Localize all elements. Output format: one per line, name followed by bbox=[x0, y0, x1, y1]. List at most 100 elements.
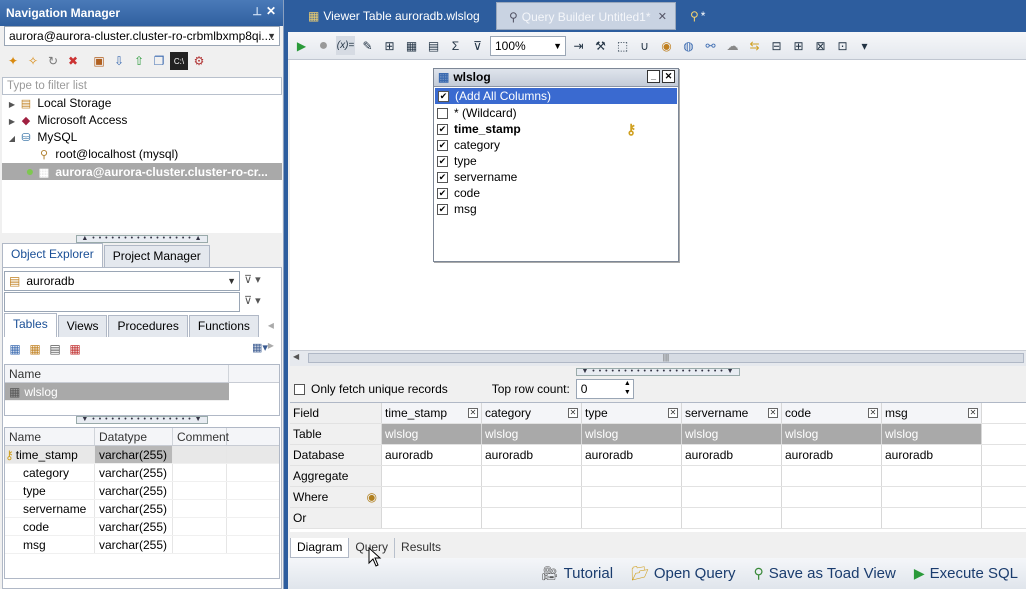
remove-column-icon[interactable]: ✕ bbox=[868, 408, 878, 418]
tree-item-local-storage[interactable]: ▶ ▤ Local Storage bbox=[2, 95, 282, 112]
tab-procedures[interactable]: Procedures bbox=[108, 315, 188, 337]
column-item-servername[interactable]: ✔ servername bbox=[434, 169, 678, 185]
or-cell[interactable] bbox=[482, 508, 582, 528]
table-cell[interactable]: wlslog bbox=[382, 424, 482, 444]
pin-icon[interactable]: ⊥ bbox=[252, 5, 262, 18]
scrollbar-thumb[interactable]: ||| bbox=[308, 353, 1024, 363]
table-row[interactable]: ⚷ time_stamp varchar(255) bbox=[5, 446, 279, 464]
remove-column-icon[interactable]: ✕ bbox=[768, 408, 778, 418]
list-splitter[interactable]: ▼ • • • • • • • • • • • • • • • • ▼ bbox=[0, 416, 283, 424]
table-row[interactable]: ▦ wlslog bbox=[5, 383, 229, 401]
format-icon[interactable]: ⊞ bbox=[789, 36, 808, 55]
aggregate-cell[interactable] bbox=[382, 466, 482, 486]
tab-scroll-arrows[interactable]: ◂ ▸ bbox=[260, 315, 282, 352]
compare-icon[interactable]: ⊠ bbox=[811, 36, 830, 55]
field-cell[interactable]: servername ✕ bbox=[682, 403, 782, 423]
settings-icon[interactable]: ⚙ bbox=[190, 52, 208, 70]
table-grid-icon[interactable]: ▦ bbox=[402, 36, 421, 55]
execute-sql-button[interactable]: ▶ Execute SQL bbox=[914, 565, 1018, 582]
expand-icon[interactable]: ▶ bbox=[6, 113, 18, 130]
link-icon[interactable]: ⚯ bbox=[701, 36, 720, 55]
sum-icon[interactable]: Σ bbox=[446, 36, 465, 55]
web-icon[interactable]: ◉ bbox=[657, 36, 676, 55]
where-cell[interactable] bbox=[382, 487, 482, 507]
cloud-icon[interactable]: ☁ bbox=[723, 36, 742, 55]
toolbar-options-icon[interactable]: ▾ bbox=[855, 36, 874, 55]
tree-item-aurora[interactable]: ● ▦ aurora@aurora-cluster.cluster-ro-cr..… bbox=[2, 163, 282, 180]
remove-column-icon[interactable]: ✕ bbox=[668, 408, 678, 418]
tutorial-button[interactable]: 🎥︎ Tutorial bbox=[541, 565, 613, 582]
schema-select[interactable] bbox=[4, 292, 240, 312]
scroll-left-icon[interactable]: ◀ bbox=[293, 352, 299, 361]
grid-splitter[interactable]: ▼ • • • • • • • • • • • • • • • • • • • … bbox=[290, 368, 1026, 376]
copy-icon[interactable]: ❐ bbox=[150, 52, 168, 70]
expand-icon[interactable]: ▶ bbox=[6, 96, 18, 113]
console-icon[interactable]: C:\ bbox=[170, 52, 188, 70]
table-cell[interactable]: wlslog bbox=[882, 424, 982, 444]
or-cell[interactable] bbox=[382, 508, 482, 528]
connect-icon[interactable]: ✧ bbox=[24, 52, 42, 70]
spinner-icon[interactable]: ▲ ▼ bbox=[624, 379, 631, 397]
column-item-time-stamp[interactable]: ✔ time_stamp ⚷ bbox=[434, 121, 678, 137]
column-item-type[interactable]: ✔ type bbox=[434, 153, 678, 169]
import-icon[interactable]: ⇩ bbox=[110, 52, 128, 70]
arrows-icon[interactable]: ⇆ bbox=[745, 36, 764, 55]
tab-functions[interactable]: Functions bbox=[188, 315, 259, 337]
checkbox-checked-icon[interactable]: ✔ bbox=[437, 187, 448, 199]
filter-icon[interactable]: ⊽ bbox=[468, 36, 487, 55]
where-builder-icon[interactable]: ◉ bbox=[367, 487, 377, 507]
checkbox-unchecked-icon[interactable] bbox=[437, 107, 448, 119]
database-cell[interactable]: auroradb bbox=[682, 445, 782, 465]
unique-records-checkbox[interactable] bbox=[294, 383, 305, 395]
database-cell[interactable]: auroradb bbox=[482, 445, 582, 465]
close-icon[interactable]: ✕ bbox=[266, 4, 276, 18]
column-item-add-all[interactable]: ✔ (Add All Columns) bbox=[435, 88, 677, 104]
view-mode-button[interactable]: ▦▾ bbox=[252, 341, 280, 357]
tree-item-mysql[interactable]: ◢ ⛁ MySQL bbox=[2, 129, 282, 146]
tab-diagram[interactable]: Diagram bbox=[290, 538, 350, 558]
field-cell[interactable]: code ✕ bbox=[782, 403, 882, 423]
field-cell[interactable]: time_stamp ✕ bbox=[382, 403, 482, 423]
top-row-count-input[interactable]: 0 ▲ ▼ bbox=[575, 379, 634, 399]
variables-icon[interactable]: (x)= bbox=[336, 36, 355, 55]
table-cell[interactable]: wlslog bbox=[782, 424, 882, 444]
aggregate-cell[interactable] bbox=[582, 466, 682, 486]
tab-object-explorer[interactable]: Object Explorer bbox=[2, 243, 103, 267]
tree-item-root-localhost[interactable]: ⚲ root@localhost (mysql) bbox=[2, 146, 282, 163]
checkbox-checked-icon[interactable]: ✔ bbox=[437, 139, 448, 151]
database-filter-button[interactable]: ⊽ ▾ bbox=[244, 273, 280, 289]
remove-column-icon[interactable]: ✕ bbox=[568, 408, 578, 418]
properties-icon[interactable]: ▣ bbox=[90, 52, 108, 70]
run-icon[interactable]: ▶ bbox=[292, 36, 311, 55]
table-row[interactable]: category varchar(255) bbox=[5, 464, 279, 482]
export-icon[interactable]: ⇧ bbox=[130, 52, 148, 70]
select-icon[interactable]: ⬚ bbox=[613, 36, 632, 55]
database-select[interactable]: ▤ auroradb ▼ bbox=[4, 271, 240, 291]
panel-splitter[interactable]: ▲ • • • • • • • • • • • • • • • • ▲ bbox=[0, 235, 283, 243]
alter-table-icon[interactable]: ▦ bbox=[26, 340, 44, 358]
drop-table-icon[interactable]: ▦ bbox=[66, 340, 84, 358]
table-cell[interactable]: wlslog bbox=[682, 424, 782, 444]
column-item-msg[interactable]: ✔ msg bbox=[434, 201, 678, 217]
column-item-category[interactable]: ✔ category bbox=[434, 137, 678, 153]
checkbox-checked-icon[interactable]: ✔ bbox=[437, 203, 448, 215]
union-icon[interactable]: ∪ bbox=[635, 36, 654, 55]
table-row[interactable]: type varchar(255) bbox=[5, 482, 279, 500]
table-list-icon[interactable]: ▤ bbox=[424, 36, 443, 55]
open-query-button[interactable]: 📂︎ Open Query bbox=[631, 565, 736, 582]
checkbox-checked-icon[interactable]: ✔ bbox=[438, 90, 449, 102]
or-cell[interactable] bbox=[682, 508, 782, 528]
aggregate-cell[interactable] bbox=[882, 466, 982, 486]
globe-icon[interactable]: ◍ bbox=[679, 36, 698, 55]
tab-query-builder[interactable]: ⚲ Query Builder Untitled1* ✕ bbox=[496, 2, 676, 30]
close-icon[interactable]: ✕ bbox=[662, 70, 675, 83]
refresh-connection-icon[interactable]: ↻ bbox=[44, 52, 62, 70]
or-cell[interactable] bbox=[782, 508, 882, 528]
checkbox-checked-icon[interactable]: ✔ bbox=[437, 123, 448, 135]
table-cell[interactable]: wlslog bbox=[582, 424, 682, 444]
aggregate-cell[interactable] bbox=[682, 466, 782, 486]
edit-sql-icon[interactable]: ✎ bbox=[358, 36, 377, 55]
table-box-title[interactable]: ▦ wlslog _ ✕ bbox=[434, 69, 678, 87]
new-table-icon[interactable]: ▦ bbox=[6, 340, 24, 358]
collapse-icon[interactable]: ◢ bbox=[6, 130, 18, 147]
